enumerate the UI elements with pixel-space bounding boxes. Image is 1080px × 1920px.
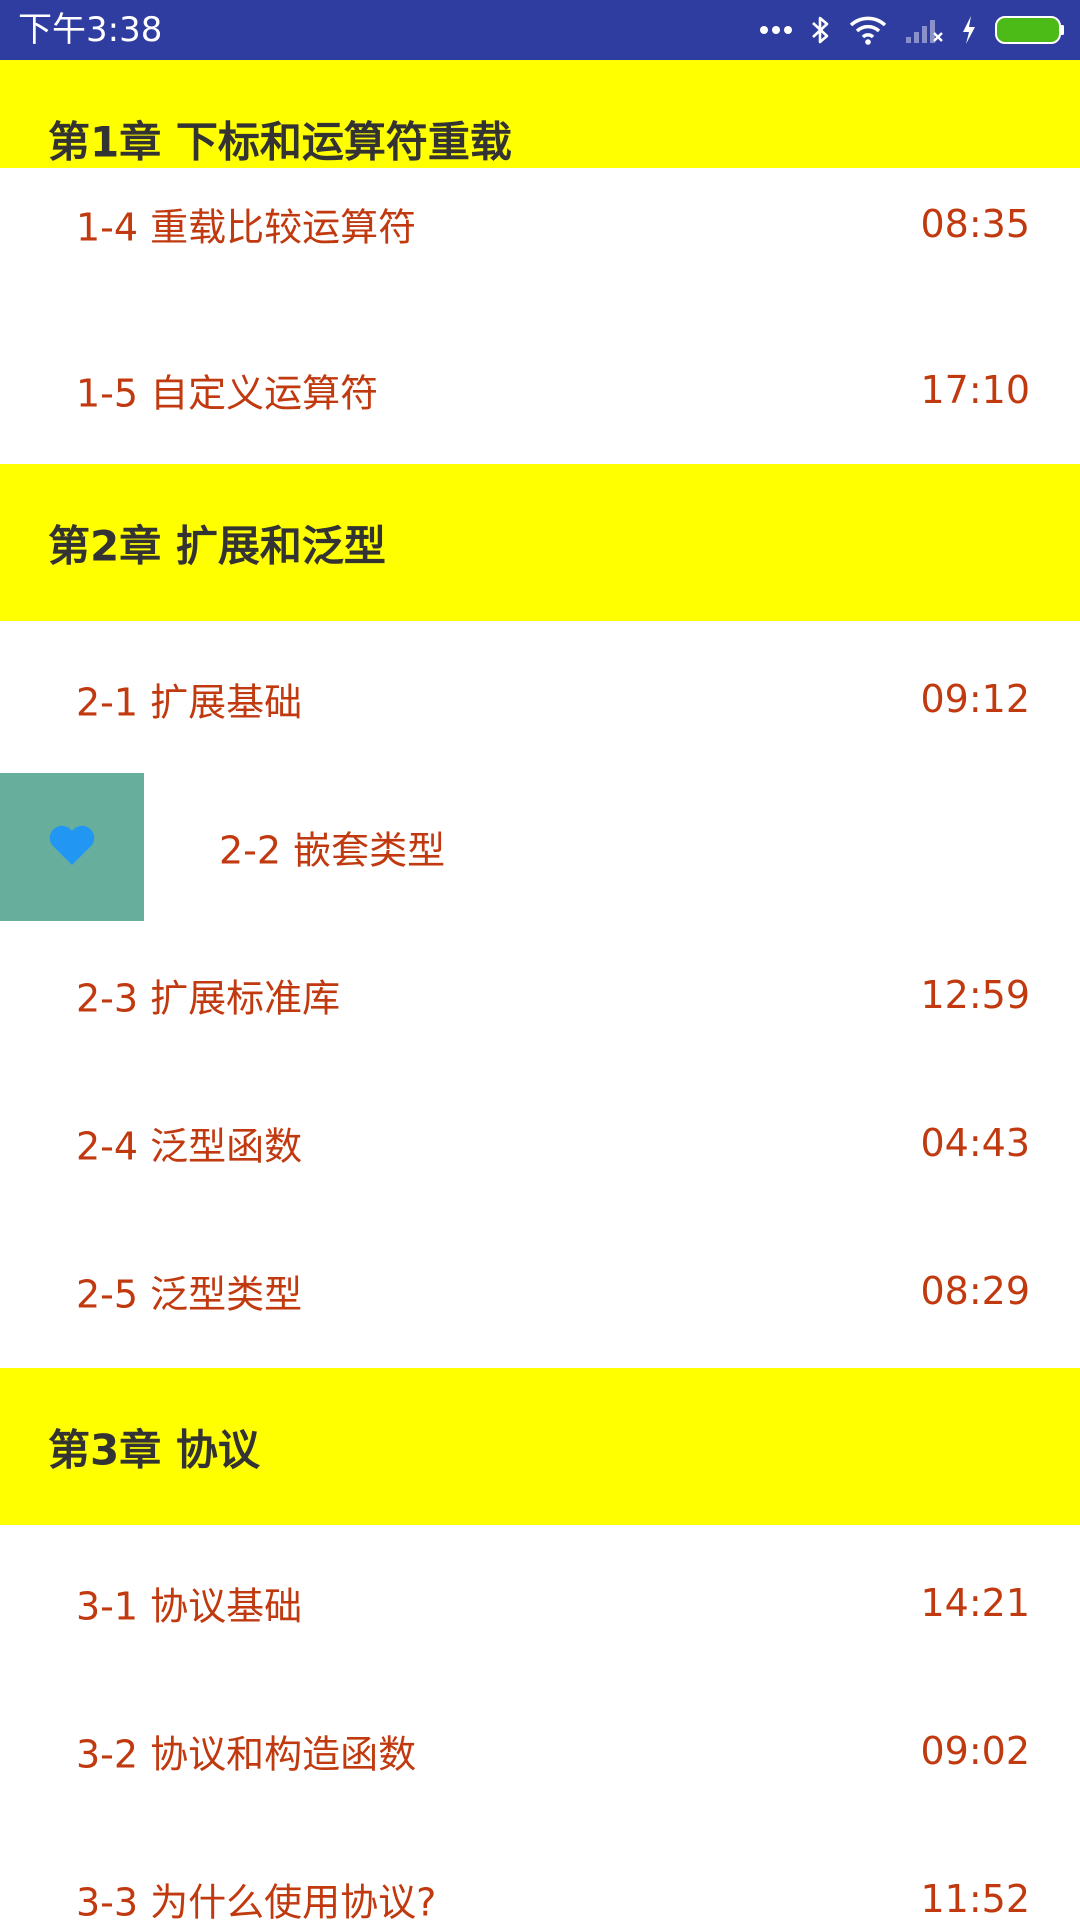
heart-icon [47, 823, 97, 871]
lesson-row[interactable]: 2-3 扩展标准库 12:59 [0, 921, 1080, 1069]
battery-icon [994, 14, 1066, 46]
lesson-duration: 09:12 [920, 677, 1030, 721]
chapter-title: 第3章 协议 [48, 1425, 260, 1474]
lesson-duration: 14:21 [920, 1581, 1030, 1625]
lesson-row[interactable]: 2-4 泛型函数 04:43 [0, 1069, 1080, 1217]
lesson-title: 3-2 协议和构造函数 [76, 1732, 417, 1777]
lesson-duration: 04:43 [920, 1121, 1030, 1165]
lesson-title: 2-3 扩展标准库 [76, 976, 341, 1021]
lesson-title: 3-3 为什么使用协议? [76, 1880, 437, 1920]
lesson-title: 2-1 扩展基础 [76, 680, 303, 725]
status-bar: 下午3:38 [0, 0, 1080, 60]
chapter-header[interactable]: 第3章 协议 [0, 1368, 1080, 1525]
signal-icon [904, 15, 944, 45]
lesson-row[interactable]: 3-3 为什么使用协议? 11:52 [0, 1825, 1080, 1920]
lesson-row-swiped[interactable]: 2-2 嵌套类型 [0, 773, 1080, 921]
favorite-action-button[interactable] [0, 773, 144, 921]
chapter-title: 第2章 扩展和泛型 [48, 521, 386, 570]
lesson-row[interactable]: 3-2 协议和构造函数 09:02 [0, 1677, 1080, 1825]
lesson-title: 1-4 重载比较运算符 [76, 205, 417, 250]
lesson-row[interactable]: 3-1 协议基础 14:21 [0, 1529, 1080, 1677]
chapter-header[interactable]: 第2章 扩展和泛型 [0, 464, 1080, 621]
lesson-duration: 11:52 [920, 1877, 1030, 1920]
lesson-row[interactable]: 1-5 自定义运算符 17:10 [0, 316, 1080, 464]
bluetooth-icon [810, 14, 832, 46]
lesson-duration: 08:35 [920, 202, 1030, 247]
lesson-title: 2-4 泛型函数 [76, 1124, 303, 1169]
lesson-duration: 17:10 [920, 368, 1030, 412]
lesson-duration: 12:59 [920, 973, 1030, 1017]
lesson-row[interactable]: 2-1 扩展基础 09:12 [0, 625, 1080, 773]
lesson-title: 2-2 嵌套类型 [219, 828, 446, 873]
wifi-icon [848, 15, 888, 45]
lesson-row[interactable]: 2-5 泛型类型 08:29 [0, 1217, 1080, 1365]
lesson-title: 2-5 泛型类型 [76, 1272, 303, 1317]
status-icons [758, 10, 1066, 50]
charging-icon [960, 14, 978, 46]
more-dots-icon [758, 24, 794, 36]
app-screen: 下午3:38 第1章 下标和运算符重载 1-4 重载比较运算符 08:35 1-… [0, 0, 1080, 1920]
lesson-title: 1-5 自定义运算符 [76, 371, 379, 416]
lesson-duration: 09:02 [920, 1729, 1030, 1773]
lesson-duration: 08:29 [920, 1269, 1030, 1313]
lesson-title: 3-1 协议基础 [76, 1584, 303, 1629]
chapter-title: 第1章 下标和运算符重载 [48, 117, 512, 166]
status-time: 下午3:38 [18, 10, 163, 50]
lesson-row[interactable]: 1-4 重载比较运算符 08:35 [0, 168, 1080, 316]
